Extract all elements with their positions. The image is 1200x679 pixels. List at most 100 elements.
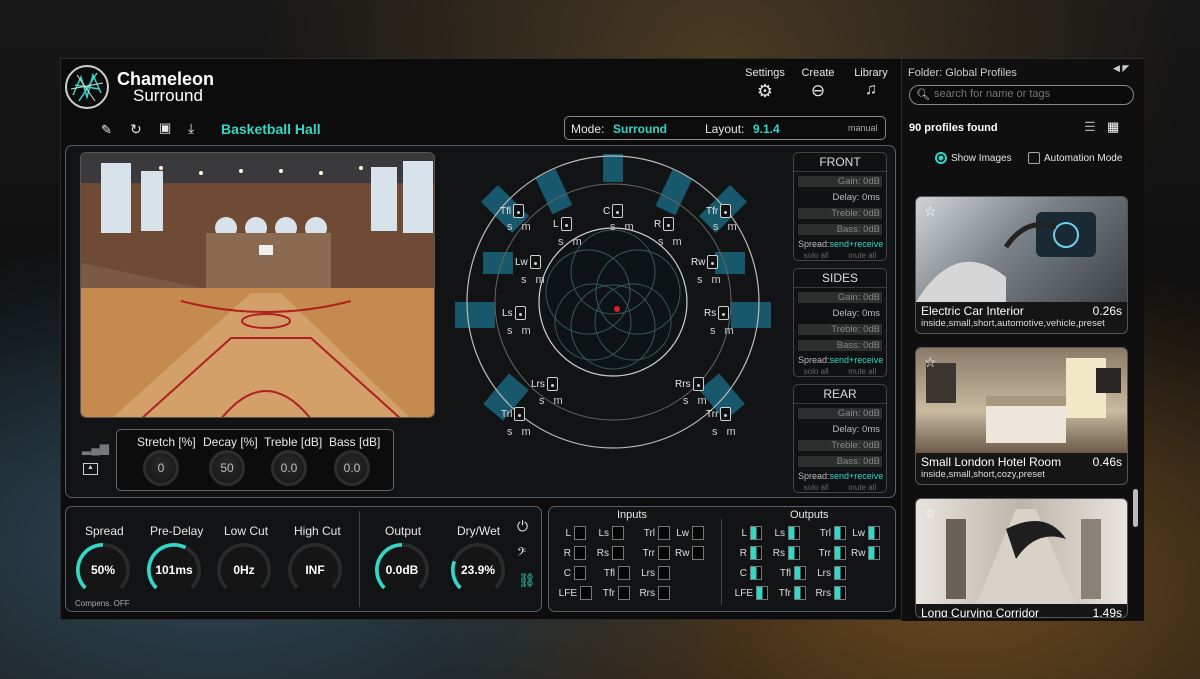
input-channel-l[interactable]: L bbox=[557, 526, 586, 540]
front-solo-all[interactable]: solo all bbox=[804, 251, 829, 260]
input-channel-lrs[interactable]: Lrs bbox=[635, 566, 670, 580]
sides-mute-all[interactable]: mute all bbox=[848, 367, 876, 376]
collapse-icon[interactable]: ◀ ◤ bbox=[1113, 63, 1129, 74]
output-knob[interactable]: 0.0dB bbox=[375, 543, 429, 597]
input-channel-c[interactable]: C bbox=[557, 566, 586, 580]
input-channel-rs[interactable]: Rs bbox=[595, 546, 624, 560]
sides-gain[interactable]: Gain: 0dB bbox=[798, 291, 882, 304]
front-delay[interactable]: Delay: 0ms bbox=[798, 191, 882, 204]
speaker-rrs-sm[interactable]: s m bbox=[683, 395, 710, 407]
search-input[interactable] bbox=[934, 88, 1124, 100]
speaker-ls-sm[interactable]: s m bbox=[507, 325, 534, 337]
output-channel-rs[interactable]: Rs bbox=[771, 546, 800, 560]
output-channel-tfr[interactable]: Tfr bbox=[771, 586, 806, 600]
profile-card[interactable]: ☆ Electric Car Interior 0.26s inside,smal… bbox=[915, 196, 1128, 334]
speaker-rw-sm[interactable]: s m bbox=[697, 274, 724, 286]
list-view-icon[interactable]: ☰ bbox=[1084, 119, 1096, 135]
speaker-ls[interactable]: Ls bbox=[502, 306, 526, 320]
output-channel-lw[interactable]: Lw bbox=[851, 526, 880, 540]
star-icon[interactable]: ☆ bbox=[924, 505, 937, 522]
speaker-rs[interactable]: Rs bbox=[704, 306, 730, 320]
rear-spread[interactable]: Spread:send+receive bbox=[798, 471, 883, 481]
ear-icon[interactable]: 𝄢 bbox=[517, 545, 526, 562]
speaker-trr-sm[interactable]: s m bbox=[712, 426, 739, 438]
spread-knob[interactable]: 50% bbox=[76, 543, 130, 597]
output-channel-rw[interactable]: Rw bbox=[851, 546, 880, 560]
manual-label[interactable]: manual bbox=[848, 123, 878, 133]
lowcut-knob[interactable]: 0Hz bbox=[217, 543, 271, 597]
speaker-c[interactable]: C bbox=[603, 204, 624, 218]
download-icon[interactable]: ⤓ bbox=[188, 120, 194, 137]
speaker-lrs[interactable]: Lrs bbox=[531, 377, 558, 391]
output-channel-tfl[interactable]: Tfl bbox=[771, 566, 806, 580]
speaker-r[interactable]: R bbox=[654, 217, 675, 231]
speaker-lw-sm[interactable]: s m bbox=[521, 274, 548, 286]
output-channel-r[interactable]: R bbox=[733, 546, 762, 560]
sides-bass[interactable]: Bass: 0dB bbox=[798, 339, 882, 352]
profile-card[interactable]: ☆ Long Curving Corridor 1.49s bbox=[915, 498, 1128, 618]
sides-treble[interactable]: Treble: 0dB bbox=[798, 323, 882, 336]
power-icon[interactable]: ⏻ bbox=[517, 518, 528, 535]
library-button[interactable]: Library ♫ bbox=[851, 67, 891, 99]
rear-gain[interactable]: Gain: 0dB bbox=[798, 407, 882, 420]
show-images-toggle[interactable]: Show Images bbox=[935, 152, 1012, 164]
rear-mute-all[interactable]: mute all bbox=[848, 483, 876, 492]
bass-knob[interactable]: 0.0 bbox=[334, 450, 370, 486]
automation-mode-toggle[interactable]: Automation Mode bbox=[1028, 152, 1122, 164]
speaker-l-sm[interactable]: s m bbox=[558, 236, 585, 248]
profile-card[interactable]: ☆ Small London Hotel Room 0.46s inside,sm… bbox=[915, 347, 1128, 485]
input-channel-tfl[interactable]: Tfl bbox=[595, 566, 630, 580]
compens-label[interactable]: Compens. OFF bbox=[75, 599, 130, 608]
mode-value[interactable]: Surround bbox=[613, 122, 667, 136]
output-channel-lrs[interactable]: Lrs bbox=[811, 566, 846, 580]
scrollbar[interactable] bbox=[1133, 489, 1138, 527]
input-channel-trl[interactable]: Trl bbox=[635, 526, 670, 540]
search-box[interactable]: 🔍︎ bbox=[909, 85, 1134, 105]
predelay-knob[interactable]: 101ms bbox=[147, 543, 201, 597]
layout-value[interactable]: 9.1.4 bbox=[753, 122, 780, 136]
speaker-trl[interactable]: Trl bbox=[501, 407, 526, 421]
output-channel-c[interactable]: C bbox=[733, 566, 762, 580]
output-channel-trr[interactable]: Trr bbox=[811, 546, 846, 560]
output-channel-ls[interactable]: Ls bbox=[771, 526, 800, 540]
input-channel-ls[interactable]: Ls bbox=[595, 526, 624, 540]
speaker-tfl-sm[interactable]: s m bbox=[507, 221, 534, 233]
create-button[interactable]: Create ⊖ bbox=[799, 67, 837, 101]
input-channel-lfe[interactable]: LFE bbox=[557, 586, 592, 600]
sides-solo-all[interactable]: solo all bbox=[804, 367, 829, 376]
front-treble[interactable]: Treble: 0dB bbox=[798, 207, 882, 220]
speaker-trl-sm[interactable]: s m bbox=[507, 426, 534, 438]
input-channel-r[interactable]: R bbox=[557, 546, 586, 560]
input-channel-tfr[interactable]: Tfr bbox=[595, 586, 630, 600]
input-channel-rrs[interactable]: Rrs bbox=[635, 586, 670, 600]
speaker-tfl[interactable]: Tfl bbox=[500, 204, 525, 218]
chart-icon[interactable]: ▂▄▆ bbox=[82, 441, 109, 455]
image-icon[interactable]: ▲ bbox=[83, 463, 98, 475]
output-channel-rrs[interactable]: Rrs bbox=[811, 586, 846, 600]
folder-label[interactable]: Folder: Global Profiles bbox=[908, 67, 1017, 79]
save-icon[interactable]: ▣ bbox=[159, 120, 171, 136]
input-channel-rw[interactable]: Rw bbox=[675, 546, 704, 560]
front-mute-all[interactable]: mute all bbox=[848, 251, 876, 260]
front-bass[interactable]: Bass: 0dB bbox=[798, 223, 882, 236]
sides-delay[interactable]: Delay: 0ms bbox=[798, 307, 882, 320]
speaker-lw[interactable]: Lw bbox=[515, 255, 541, 269]
grid-view-icon[interactable]: ▦ bbox=[1107, 119, 1119, 135]
stretch-knob[interactable]: 0 bbox=[143, 450, 179, 486]
output-channel-lfe[interactable]: LFE bbox=[733, 586, 768, 600]
link-icon[interactable]: ⛓ bbox=[518, 572, 536, 589]
rear-solo-all[interactable]: solo all bbox=[804, 483, 829, 492]
speaker-rrs[interactable]: Rrs bbox=[675, 377, 704, 391]
treble-knob[interactable]: 0.0 bbox=[271, 450, 307, 486]
speaker-rs-sm[interactable]: s m bbox=[710, 325, 737, 337]
sides-spread[interactable]: Spread:send+receive bbox=[798, 355, 883, 365]
input-channel-lw[interactable]: Lw bbox=[675, 526, 704, 540]
rear-bass[interactable]: Bass: 0dB bbox=[798, 455, 882, 468]
refresh-icon[interactable]: ↻ bbox=[130, 121, 142, 138]
output-channel-l[interactable]: L bbox=[733, 526, 762, 540]
speaker-rw[interactable]: Rw bbox=[691, 255, 719, 269]
front-spread[interactable]: Spread:send+receive bbox=[798, 239, 883, 249]
settings-button[interactable]: Settings ⚙ bbox=[743, 67, 787, 102]
rear-delay[interactable]: Delay: 0ms bbox=[798, 423, 882, 436]
speaker-lrs-sm[interactable]: s m bbox=[539, 395, 566, 407]
